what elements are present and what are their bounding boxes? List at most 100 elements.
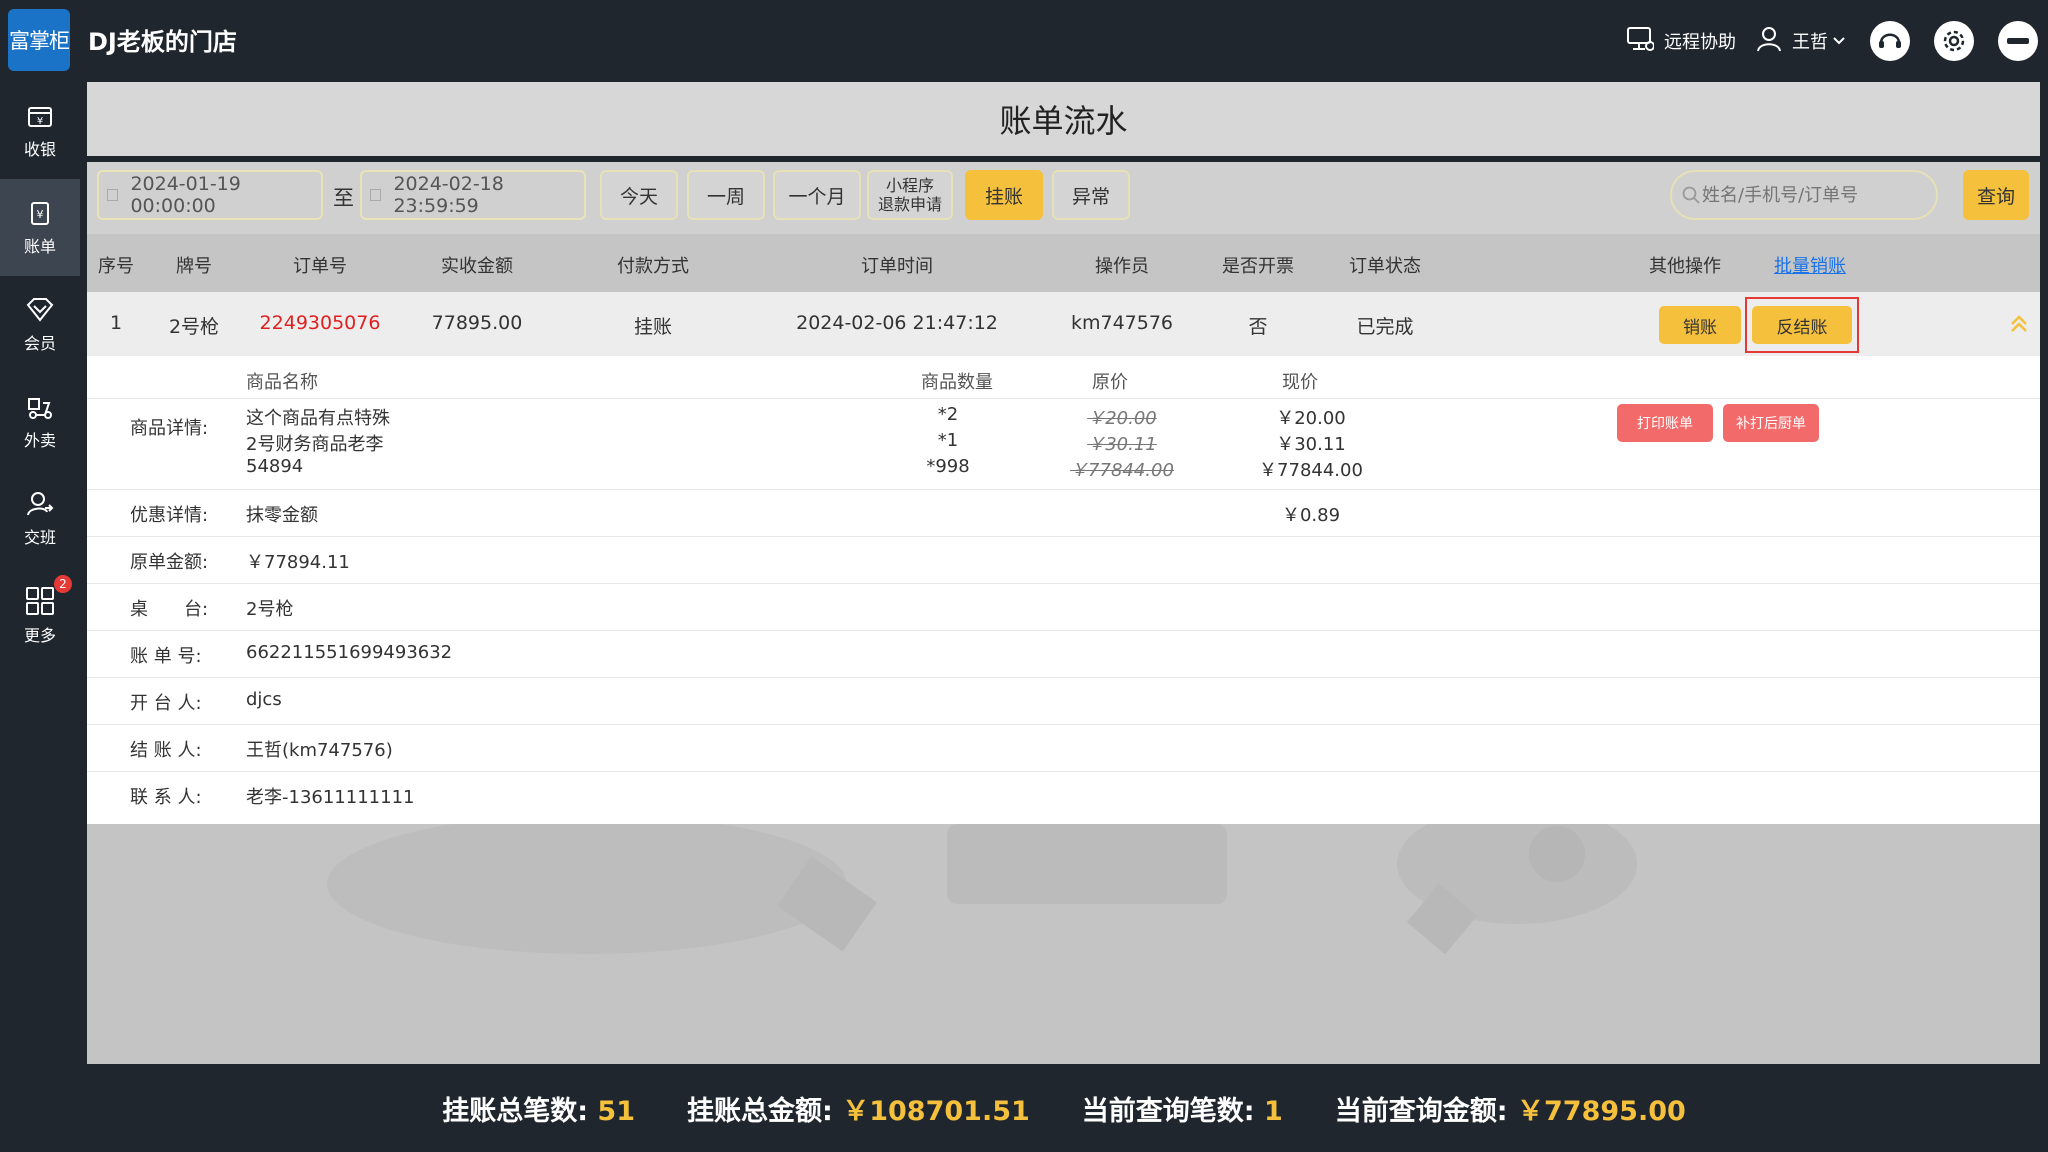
calendar-icon (107, 189, 119, 201)
month-button[interactable]: 一个月 (773, 170, 861, 220)
handover-icon (27, 491, 54, 515)
settler-label: 结 账 人: (130, 740, 202, 761)
sidebar-item-handover[interactable]: 交班 (0, 470, 80, 567)
gear-icon (1943, 30, 1965, 52)
divider (87, 583, 2040, 584)
goods-orig-1: ￥20.00 (1087, 408, 1157, 429)
query-amount-stat: 当前查询金额: ￥77895.00 (1335, 1089, 1686, 1128)
credit-filter-button[interactable]: 挂账 (965, 170, 1043, 220)
detail-col-now: 现价 (1282, 372, 1318, 393)
table-row[interactable]: 1 2号枪 2249305076 77895.00 挂账 2024-02-06 … (87, 292, 2040, 356)
chevron-down-icon (1833, 37, 1845, 45)
main-content: 账单流水 2024-01-19 00:00:00 至 2024-02-18 23… (87, 82, 2040, 1064)
query-amount-value: ￥77895.00 (1517, 1095, 1686, 1127)
divider (87, 398, 2040, 399)
divider (87, 771, 2040, 772)
end-date-input[interactable]: 2024-02-18 23:59:59 (360, 170, 586, 220)
col-pay-method: 付款方式 (617, 256, 689, 277)
abnormal-filter-button[interactable]: 异常 (1052, 170, 1130, 220)
refund-request-label: 退款申请 (877, 195, 942, 214)
mini-program-refund-button[interactable]: 小程序 退款申请 (867, 170, 953, 220)
calendar-icon (370, 189, 382, 201)
settings-button[interactable] (1934, 21, 1974, 61)
sidebar-item-bill[interactable]: ¥ 账单 (0, 179, 80, 276)
background-illustration (327, 824, 1637, 955)
sidebar: ¥ 收银 ¥ 账单 会员 外卖 交班 2 更多 (0, 82, 80, 1152)
search-icon (1682, 186, 1700, 204)
reprint-kitchen-button[interactable]: 补打后厨单 (1723, 404, 1819, 442)
user-name: 王哲 (1792, 32, 1828, 53)
start-date-value: 2024-01-19 00:00:00 (130, 173, 241, 217)
goods-now-2: ￥30.11 (1276, 434, 1346, 455)
discount-value: ￥0.89 (1281, 505, 1341, 526)
search-box[interactable] (1670, 170, 1938, 220)
query-button[interactable]: 查询 (1963, 170, 2029, 220)
goods-orig-3: ￥77844.00 (1070, 460, 1174, 481)
sidebar-item-cashier[interactable]: ¥ 收银 (0, 82, 80, 179)
orig-amount-label: 原单金额: (130, 552, 209, 573)
cell-seq: 1 (109, 312, 123, 334)
col-amount: 实收金额 (441, 256, 513, 277)
detail-col-qty: 商品数量 (921, 372, 993, 393)
user-menu[interactable]: 王哲 (1792, 28, 1846, 54)
query-amount-label: 当前查询金额: (1334, 1095, 1508, 1127)
detail-col-name: 商品名称 (246, 372, 318, 393)
total-count-stat: 挂账总笔数: 51 (442, 1089, 635, 1128)
member-icon (26, 297, 54, 322)
collapse-icon[interactable] (2010, 314, 2028, 334)
summary-footer: 挂账总笔数: 51 挂账总金额: ￥108701.51 当前查询笔数: 1 当前… (80, 1064, 2048, 1152)
col-plate: 牌号 (176, 256, 212, 277)
divider (87, 724, 2040, 725)
support-button[interactable] (1870, 21, 1910, 61)
today-button[interactable]: 今天 (600, 170, 678, 220)
discount-label: 优惠详情: (130, 505, 209, 526)
search-input[interactable] (1700, 183, 1924, 207)
table-value: 2号枪 (246, 599, 294, 620)
batch-writeoff-link[interactable]: 批量销账 (1774, 252, 1846, 278)
user-icon (1756, 26, 1782, 57)
notification-badge: 2 (54, 575, 72, 593)
headset-icon (1879, 33, 1901, 48)
goods-now-3: ￥77844.00 (1259, 460, 1363, 481)
orig-amount-value: ￥77894.11 (246, 552, 350, 573)
divider (87, 630, 2040, 631)
contact-label: 联 系 人: (130, 787, 202, 808)
writeoff-button[interactable]: 销账 (1659, 306, 1741, 344)
cell-pay-method: 挂账 (633, 316, 673, 338)
sidebar-item-label: 更多 (23, 625, 56, 645)
bill-no-label: 账 单 号: (130, 646, 202, 667)
settler-value: 王哲(km747576) (246, 740, 393, 761)
monitor-icon[interactable] (1626, 26, 1655, 57)
cell-invoice: 否 (1248, 316, 1268, 338)
sidebar-item-more[interactable]: 2 更多 (0, 567, 80, 664)
goods-now-1: ￥20.00 (1276, 408, 1346, 429)
goods-orig-2: ￥30.11 (1087, 434, 1157, 455)
cell-operator: km747576 (1070, 312, 1174, 334)
sidebar-item-label: 账单 (23, 236, 56, 256)
highlight-box (1745, 297, 1859, 353)
cell-status: 已完成 (1356, 316, 1414, 338)
goods-name-2: 2号财务商品老李 (246, 434, 384, 455)
bill-no-value: 662211551699493632 (246, 642, 453, 663)
opener-label: 开 台 人: (130, 693, 202, 714)
more-icon (26, 586, 54, 615)
store-name: DJ老板的门店 (88, 28, 237, 56)
takeout-icon (28, 397, 52, 419)
top-bar: 富掌柜 DJ老板的门店 远程协助 王哲 (0, 0, 2048, 82)
print-bill-button[interactable]: 打印账单 (1617, 404, 1713, 442)
total-count-label: 挂账总笔数: (442, 1095, 589, 1127)
sidebar-item-member[interactable]: 会员 (0, 276, 80, 373)
total-amount-stat: 挂账总金额: ￥108701.51 (687, 1089, 1030, 1128)
order-detail-panel: 商品名称 商品数量 原价 现价 商品详情: 这个商品有点特殊 *2 ￥20.00… (87, 356, 2040, 824)
remote-help-button[interactable]: 远程协助 (1664, 28, 1736, 54)
cell-order-no[interactable]: 2249305076 (260, 312, 381, 334)
sidebar-item-takeout[interactable]: 外卖 (0, 373, 80, 470)
svg-text:¥: ¥ (37, 116, 43, 127)
col-invoice: 是否开票 (1222, 256, 1294, 277)
minimize-button[interactable] (1998, 21, 2038, 61)
start-date-input[interactable]: 2024-01-19 00:00:00 (97, 170, 323, 220)
sidebar-item-label: 外卖 (23, 430, 56, 450)
goods-qty-3: *998 (926, 456, 970, 477)
week-button[interactable]: 一周 (687, 170, 765, 220)
cell-order-time: 2024-02-06 21:47:12 (796, 312, 998, 334)
